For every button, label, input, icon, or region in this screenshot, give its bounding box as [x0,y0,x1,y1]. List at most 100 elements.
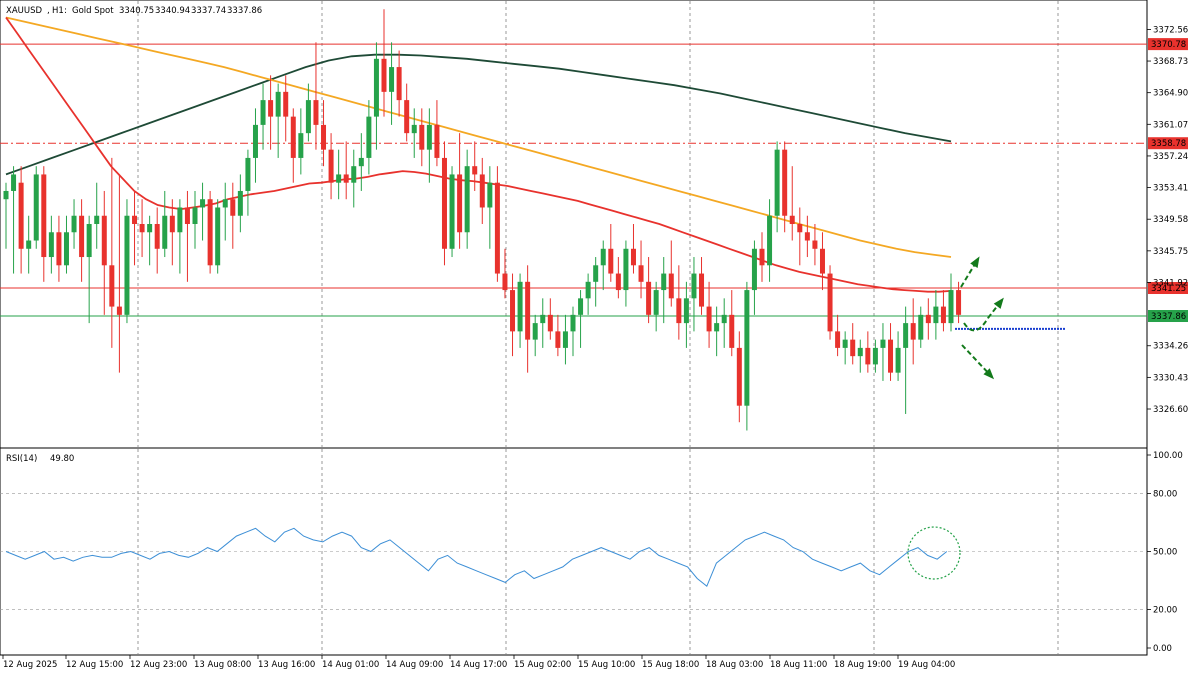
candle-body [56,232,62,266]
rsi-label: 20.00 [1153,605,1177,615]
candle-body [835,331,841,348]
candle-body [200,199,206,208]
candle-body [381,58,387,92]
candle-body [132,215,138,224]
candle-body [351,166,357,183]
candle-body [759,248,765,266]
candle-body [888,339,894,373]
candle-body [336,174,342,183]
candle-body [517,281,523,332]
candle-body [305,100,311,134]
candle-body [706,306,712,332]
candle-body [653,290,659,315]
candle-body [615,273,621,291]
candle-body [358,157,364,167]
time-label: 13 Aug 16:00 [258,660,315,670]
time-label: 14 Aug 01:00 [322,660,379,670]
level-label: 3337.86 [1151,312,1186,322]
time-label: 18 Aug 11:00 [770,660,827,670]
candle-body [419,124,425,150]
time-label: 14 Aug 09:00 [386,660,443,670]
candle-body [487,182,493,208]
rsi-value: 49.80 [50,454,74,464]
trading-chart[interactable]: 3370.783358.783341.253337.86 3372.563368… [0,0,1200,675]
candle-body [283,91,289,117]
time-label: 18 Aug 19:00 [834,660,891,670]
rsi-name: RSI(14) [6,454,37,464]
candle-body [3,190,9,200]
candle-body [895,347,901,373]
candle-body [207,199,213,266]
candle-body [714,323,720,332]
candle-body [751,248,757,291]
candle-body [389,67,395,92]
candle-body [426,124,432,150]
time-axis[interactable]: 12 Aug 2025 12 Aug 15:00 12 Aug 23:00 13 Au… [2,655,955,670]
price-axis[interactable]: 3372.56 3368.73 3364.90 3361.07 3357.24 3353.… [1147,25,1188,415]
candle-body [494,182,500,274]
candle-body [903,323,909,348]
candle-body [101,215,107,266]
candle-body [646,281,652,315]
time-label: 12 Aug 23:00 [130,660,187,670]
candle-body [562,331,568,348]
candle-body [729,314,735,348]
rsi-label: 0.00 [1153,644,1172,654]
time-label: 18 Aug 03:00 [706,660,763,670]
candle-body [502,273,508,291]
candle-body [252,124,258,158]
close-value: 3337.86 [227,6,262,16]
candle-body [910,323,916,340]
candle-body [555,331,561,348]
candle-body [366,116,372,158]
candle-body [321,124,327,150]
candle-body [842,339,848,348]
candle-body [313,100,319,125]
time-label: 15 Aug 10:00 [578,660,635,670]
candle-body [396,67,402,101]
candle-body [290,116,296,158]
candle-body [623,248,629,291]
candle-body [593,265,599,282]
open-value: 3340.75 [119,6,154,16]
price-label: 3364.90 [1153,89,1188,99]
price-label: 3349.58 [1153,215,1188,225]
candle-body [154,224,160,249]
candle-body [18,182,24,249]
candle-body [767,215,773,266]
candle-body [782,149,788,216]
time-label: 14 Aug 17:00 [450,660,507,670]
time-label: 12 Aug 15:00 [66,660,123,670]
candle-body [230,199,236,216]
rsi-axis: 100.00 80.00 50.00 20.00 0.00 [1147,451,1183,654]
candle-body [683,298,689,324]
candle-body [510,290,516,332]
candle-body [797,224,803,233]
price-label: 3361.07 [1153,120,1188,130]
candle-body [245,157,251,191]
price-label: 3334.26 [1153,342,1188,352]
price-label: 3345.75 [1153,247,1188,257]
description-label: Gold Spot [72,6,114,16]
candle-body [86,224,92,258]
candle-body [865,347,871,365]
price-label: 3353.41 [1153,184,1188,194]
low-value: 3337.74 [191,6,226,16]
candle-body [71,215,77,233]
candle-body [139,224,145,233]
candle-body [827,273,833,332]
candle-body [441,157,447,249]
candle-body [472,166,478,175]
candle-body [237,190,243,216]
candle-body [736,347,742,406]
time-label: 15 Aug 18:00 [642,660,699,670]
candle-body [328,149,334,183]
candle-body [872,347,878,365]
candle-body [933,306,939,324]
candle-body [600,248,606,266]
candle-body [215,207,221,266]
candle-body [578,298,584,315]
candle-body [699,273,705,307]
candle-body [343,174,349,183]
candle-body [925,314,931,324]
